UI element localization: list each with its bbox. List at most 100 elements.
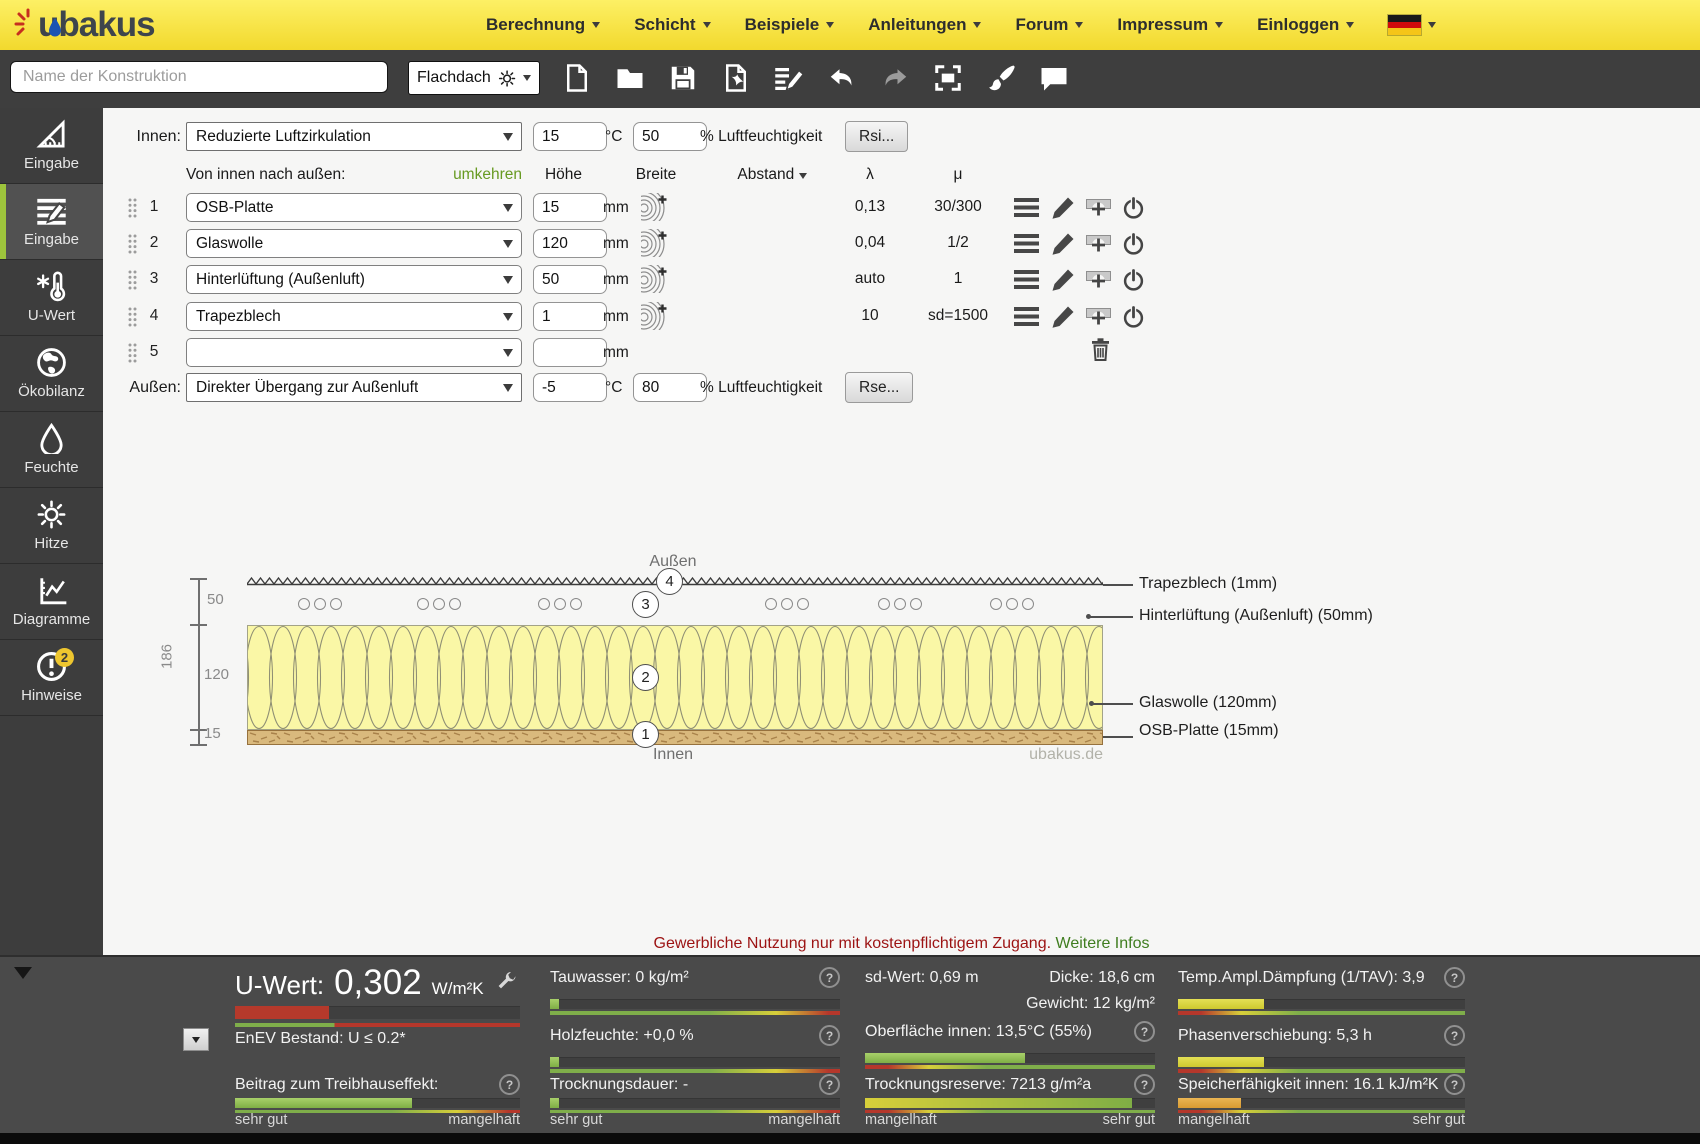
insert-layer-icon[interactable] xyxy=(1085,266,1112,293)
menu-item-einloggen[interactable]: Einloggen xyxy=(1257,15,1354,35)
enev-label: EnEV Bestand: U ≤ 0.2* xyxy=(235,1030,406,1048)
help-icon[interactable]: ? xyxy=(499,1074,520,1095)
enev-dropdown-button[interactable] xyxy=(183,1028,209,1051)
sidebar-item-hitze[interactable]: Hitze xyxy=(0,488,103,564)
drag-handle-icon[interactable] xyxy=(127,306,138,328)
sun-icon xyxy=(36,499,67,530)
help-icon[interactable]: ? xyxy=(1444,967,1465,988)
undo-icon[interactable] xyxy=(827,63,859,95)
collapse-panel-icon[interactable] xyxy=(14,967,32,979)
umkehren-link[interactable]: umkehren xyxy=(422,166,522,184)
edit-layer-icon[interactable] xyxy=(1050,194,1077,221)
construction-type-select[interactable]: Flachdach xyxy=(408,61,540,95)
toggle-layer-icon[interactable] xyxy=(1120,230,1147,257)
menu-item-berechnung[interactable]: Berechnung xyxy=(486,15,600,35)
sidebar-item-uwert[interactable]: U-Wert xyxy=(0,260,103,336)
language-selector[interactable] xyxy=(1388,15,1436,35)
edit-layer-icon[interactable] xyxy=(1050,303,1077,330)
sidebar: Eingabe Eingabe U-Wert Ökobilanz Feuchte… xyxy=(0,108,103,955)
add-wood-beam-icon[interactable] xyxy=(641,302,669,330)
edit-layer-icon[interactable] xyxy=(1050,230,1077,257)
help-icon[interactable]: ? xyxy=(819,967,840,988)
toolbar-icons xyxy=(562,63,1071,95)
material-list-icon[interactable] xyxy=(1013,303,1040,330)
layer-height-input[interactable] xyxy=(533,302,607,331)
sidebar-item-diagramme[interactable]: Diagramme xyxy=(0,564,103,640)
layer-height-input[interactable] xyxy=(533,265,607,294)
toggle-layer-icon[interactable] xyxy=(1120,303,1147,330)
drag-handle-icon[interactable] xyxy=(127,269,138,291)
aussen-surface-select[interactable]: Direkter Übergang zur Außenluft xyxy=(186,373,522,402)
add-wood-beam-icon[interactable] xyxy=(641,193,669,221)
menu-item-forum[interactable]: Forum xyxy=(1015,15,1083,35)
toggle-layer-icon[interactable] xyxy=(1120,266,1147,293)
material-select[interactable] xyxy=(186,338,522,367)
edit-layer-icon[interactable] xyxy=(1050,266,1077,293)
material-list-icon[interactable] xyxy=(1013,194,1040,221)
rsi-button[interactable]: Rsi... xyxy=(845,121,908,152)
save-icon[interactable] xyxy=(668,63,700,95)
paint-brush-icon[interactable] xyxy=(986,63,1018,95)
sidebar-item-eingabe-layers[interactable]: Eingabe xyxy=(0,184,103,260)
thermometer-snowflake-icon xyxy=(36,271,67,302)
mm-unit: mm xyxy=(603,271,629,289)
add-wood-beam-icon[interactable] xyxy=(641,229,669,257)
sidebar-item-hinweise[interactable]: Hinweise 2 xyxy=(0,640,103,716)
drag-handle-icon[interactable] xyxy=(127,342,138,364)
construction-name-input[interactable] xyxy=(10,61,388,93)
mm-unit: mm xyxy=(603,199,629,217)
insert-layer-icon[interactable] xyxy=(1085,303,1112,330)
layer-height-input[interactable] xyxy=(533,193,607,222)
menu-item-anleitungen[interactable]: Anleitungen xyxy=(868,15,981,35)
drag-handle-icon[interactable] xyxy=(127,197,138,219)
drag-handle-icon[interactable] xyxy=(127,233,138,255)
export-pdf-icon[interactable] xyxy=(721,63,753,95)
innen-humidity-label: % Luftfeuchtigkeit xyxy=(700,128,822,146)
layer-height-input[interactable] xyxy=(533,229,607,258)
help-icon[interactable]: ? xyxy=(1444,1074,1465,1095)
insert-layer-icon[interactable] xyxy=(1085,194,1112,221)
help-icon[interactable]: ? xyxy=(819,1025,840,1046)
table-header-abstand[interactable]: Abstand xyxy=(732,166,812,184)
sidebar-item-eingabe-geometry[interactable]: Eingabe xyxy=(0,108,103,184)
annotate-layers-icon[interactable] xyxy=(774,63,806,95)
celsius-unit: °C xyxy=(605,128,622,146)
help-icon[interactable]: ? xyxy=(1134,1021,1155,1042)
help-icon[interactable]: ? xyxy=(1444,1025,1465,1046)
material-list-icon[interactable] xyxy=(1013,266,1040,293)
air-vent-circles xyxy=(878,597,926,615)
air-vent-circles xyxy=(417,597,465,615)
sidebar-item-oekobilanz[interactable]: Ökobilanz xyxy=(0,336,103,412)
toggle-layer-icon[interactable] xyxy=(1120,194,1147,221)
menu-item-impressum[interactable]: Impressum xyxy=(1117,15,1223,35)
menu-item-schicht[interactable]: Schicht xyxy=(634,15,710,35)
sidebar-item-feuchte[interactable]: Feuchte xyxy=(0,412,103,488)
weitere-infos-link[interactable]: Weitere Infos xyxy=(1056,935,1150,952)
material-select[interactable]: Glaswolle xyxy=(186,229,522,258)
menu-item-beispiele[interactable]: Beispiele xyxy=(745,15,835,35)
add-wood-beam-icon[interactable] xyxy=(641,265,669,293)
layer-height-input[interactable] xyxy=(533,338,607,367)
delete-layer-icon[interactable] xyxy=(1087,336,1114,363)
sd-wert-label: sd-Wert: 0,69 m xyxy=(865,969,979,987)
feedback-comment-icon[interactable] xyxy=(1039,63,1071,95)
innen-temperature-input[interactable] xyxy=(533,122,607,151)
material-select[interactable]: Trapezblech xyxy=(186,302,522,331)
material-list-icon[interactable] xyxy=(1013,230,1040,257)
innen-humidity-input[interactable] xyxy=(633,122,707,151)
results-panel: U-Wert: 0,302 W/m²K EnEV Bestand: U ≤ 0.… xyxy=(0,955,1700,1133)
redo-icon[interactable] xyxy=(880,63,912,95)
help-icon[interactable]: ? xyxy=(819,1074,840,1095)
open-folder-icon[interactable] xyxy=(615,63,647,95)
aussen-humidity-input[interactable] xyxy=(633,373,707,402)
air-vent-circles xyxy=(990,597,1038,615)
innen-surface-select[interactable]: Reduzierte Luftzirkulation xyxy=(186,122,522,151)
fullscreen-icon[interactable] xyxy=(933,63,965,95)
rse-button[interactable]: Rse... xyxy=(845,372,913,403)
help-icon[interactable]: ? xyxy=(1134,1074,1155,1095)
new-document-icon[interactable] xyxy=(562,63,594,95)
material-select[interactable]: OSB-Platte xyxy=(186,193,522,222)
material-select[interactable]: Hinterlüftung (Außenluft) xyxy=(186,265,522,294)
insert-layer-icon[interactable] xyxy=(1085,230,1112,257)
aussen-temperature-input[interactable] xyxy=(533,373,607,402)
